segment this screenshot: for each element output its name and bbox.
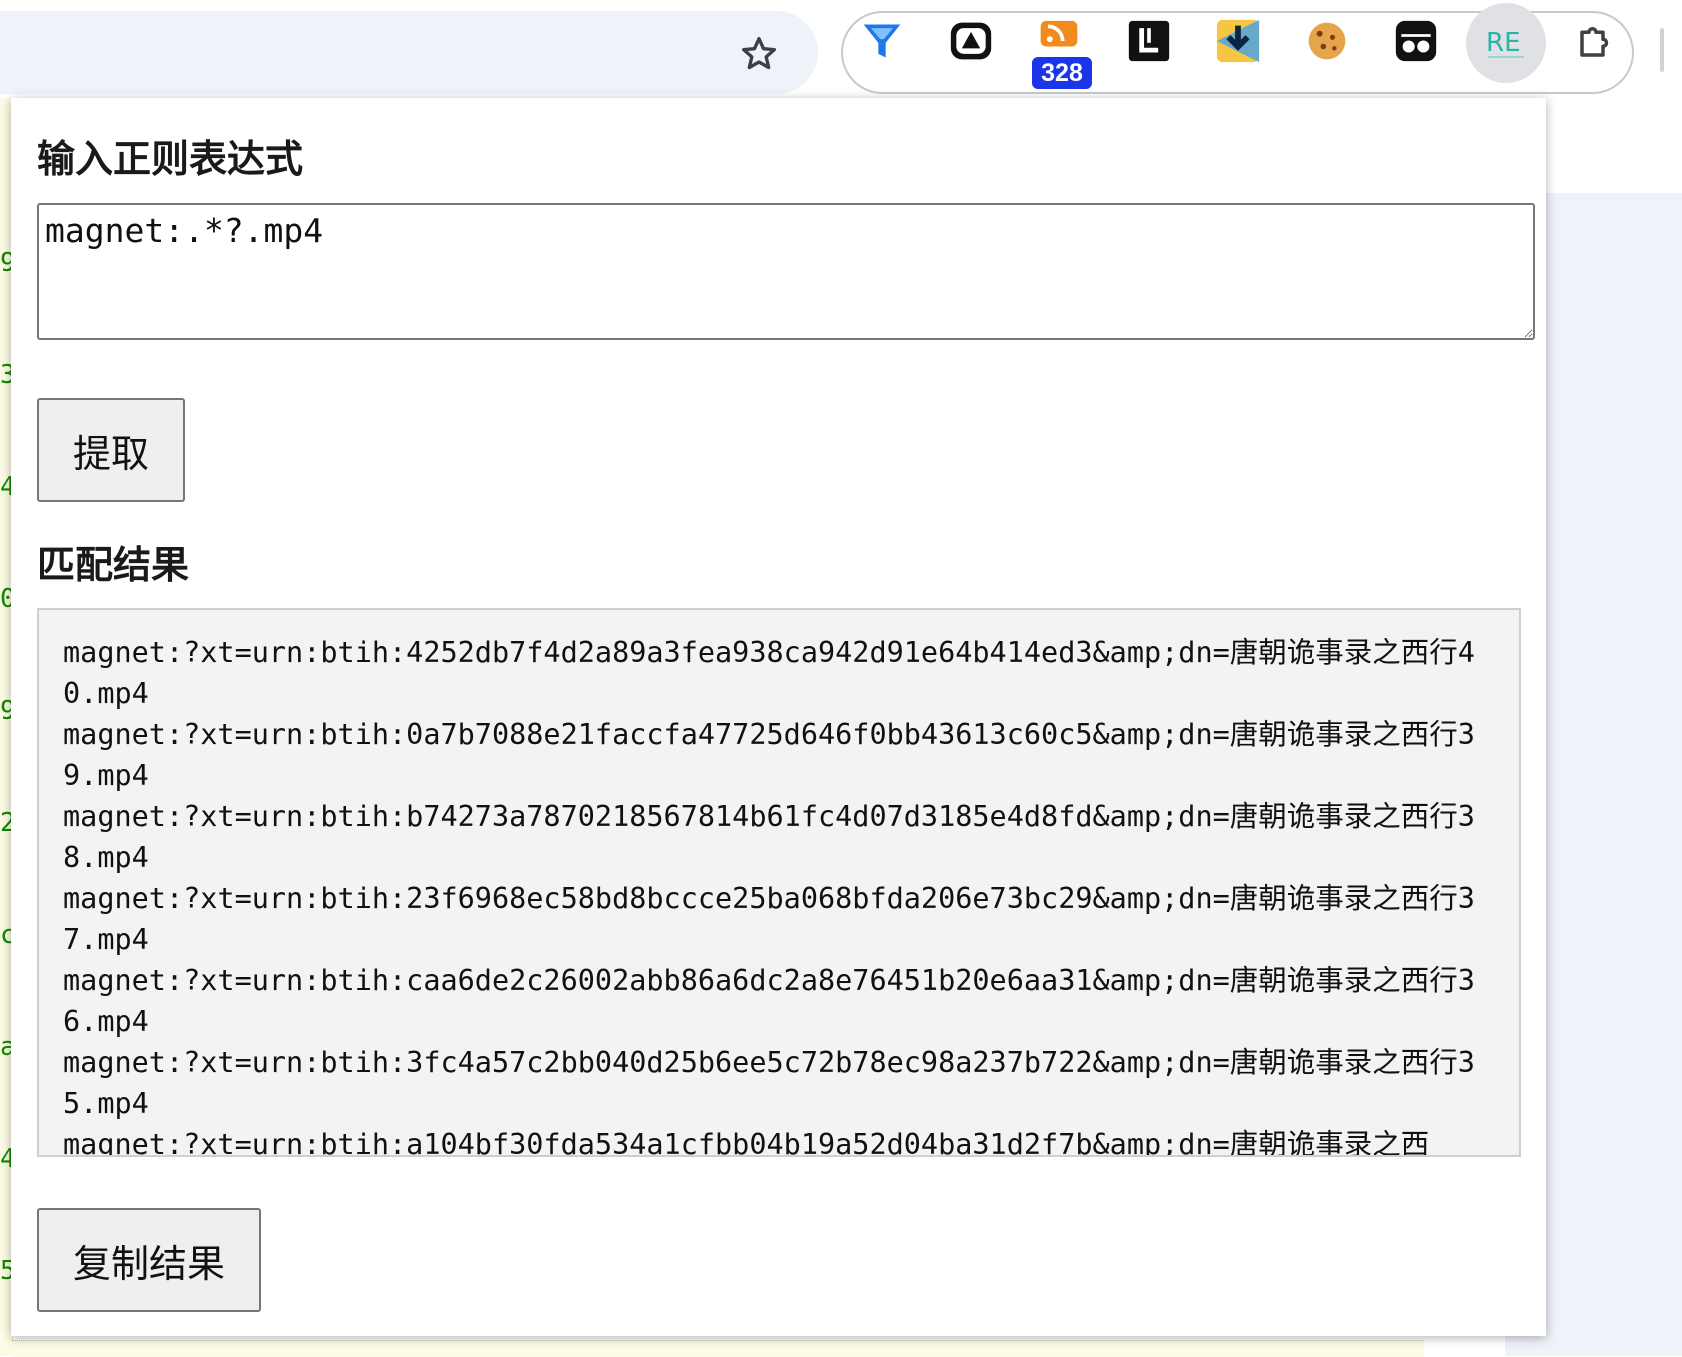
triangle-app-icon[interactable] — [943, 13, 999, 69]
regex-input[interactable]: magnet:.*?.mp4 — [37, 203, 1535, 340]
result-line: magnet:?xt=urn:btih:0a7b7088e21faccfa477… — [63, 718, 1475, 792]
page-footer-strip — [12, 1340, 1424, 1357]
result-line: magnet:?xt=urn:btih:4252db7f4d2a89a3fea9… — [63, 636, 1475, 710]
cookie-icon[interactable] — [1299, 13, 1355, 69]
extract-button[interactable]: 提取 — [37, 398, 186, 502]
address-bar[interactable] — [0, 11, 818, 94]
funnel-icon[interactable] — [854, 13, 910, 69]
unread-count-badge: 328 — [1030, 55, 1094, 91]
result-line: magnet:?xt=urn:btih:23f6968ec58bd8bccce2… — [63, 882, 1475, 956]
browser-toolbar: 328 RE — [0, 0, 1682, 98]
download-arrow-icon[interactable] — [1210, 13, 1266, 69]
regex-extension-icon[interactable]: RE — [1466, 3, 1546, 83]
puzzle-extensions-icon[interactable] — [1568, 13, 1624, 69]
copy-results-button[interactable]: 复制结果 — [37, 1208, 262, 1312]
match-results-box[interactable]: magnet:?xt=urn:btih:4252db7f4d2a89a3fea9… — [37, 608, 1521, 1157]
result-line: magnet:?xt=urn:btih:3fc4a57c2bb040d25b6e… — [63, 1046, 1475, 1120]
results-heading: 匹配结果 — [37, 543, 190, 587]
regex-extension-label: RE — [1486, 28, 1521, 58]
page-tab-strip — [1545, 98, 1682, 195]
bookmark-star-icon[interactable] — [733, 28, 785, 80]
l-square-icon[interactable] — [1121, 13, 1177, 69]
toolbar-separator — [1660, 28, 1664, 72]
result-line: magnet:?xt=urn:btih:b74273a7870218567814… — [63, 800, 1475, 874]
result-line: magnet:?xt=urn:btih:a104bf30fda534a1cfbb… — [63, 1128, 1430, 1157]
incognito-glasses-icon[interactable] — [1388, 13, 1444, 69]
result-line: magnet:?xt=urn:btih:caa6de2c26002abb86a6… — [63, 964, 1475, 1038]
regex-extension-popup: 输入正则表达式 magnet:.*?.mp4 提取 匹配结果 magnet:?x… — [11, 98, 1546, 1336]
regex-heading: 输入正则表达式 — [37, 137, 304, 181]
